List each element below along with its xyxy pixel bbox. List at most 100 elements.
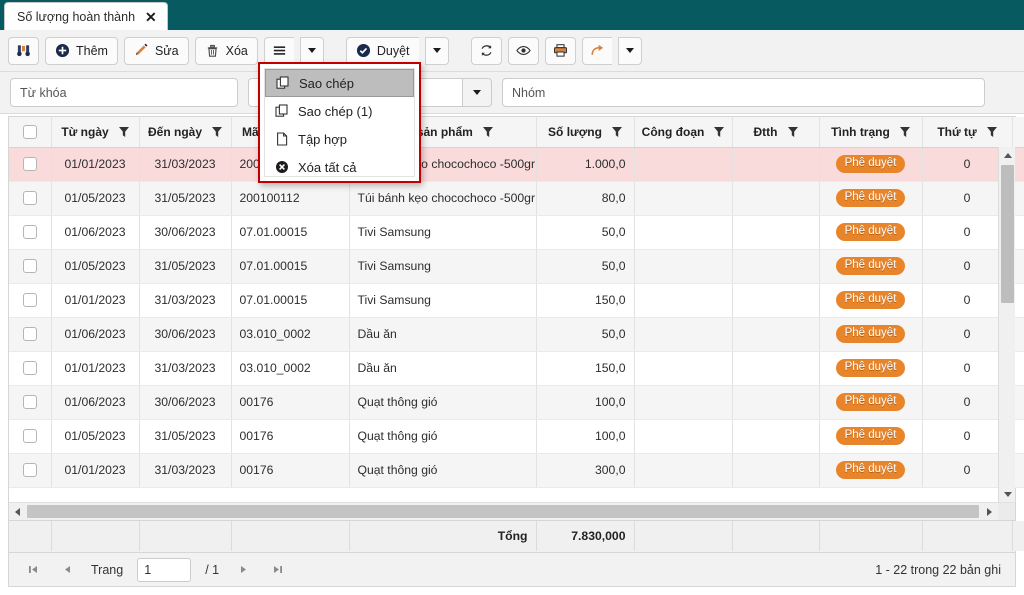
filter-funnel-icon[interactable] [482,126,493,137]
group-input[interactable] [502,78,985,107]
summary-table-row: Tổng 7.830,000 [9,521,1024,551]
status-badge: Phê duyệt [835,460,906,480]
preview-button[interactable] [507,36,539,65]
cell-tinh-trang: Phê duyệt [819,249,923,284]
prev-page-icon [64,566,70,573]
row-checkbox[interactable] [22,225,37,240]
export-button[interactable] [581,36,612,65]
filter-funnel-icon[interactable] [986,126,997,137]
file-icon [277,132,288,146]
header-tu-ngay-label: Từ ngày [61,124,109,139]
filter-funnel-icon[interactable] [611,126,622,137]
scroll-down-button[interactable] [999,486,1016,502]
filter-funnel-icon[interactable] [899,126,910,137]
table-row[interactable]: 01/05/2023 31/05/2023 00176 Quạt thông gió 1… [9,419,1024,454]
header-den-ngay[interactable]: Đến ngày [139,117,232,148]
status-badge: Phê duyệt [835,188,906,208]
first-page-button[interactable] [23,560,43,580]
row-checkbox[interactable] [22,463,37,478]
row-checkbox-cell [9,181,52,216]
eye-icon [515,45,531,56]
filter-funnel-icon[interactable] [118,126,129,137]
header-dtth[interactable]: Đtth [732,117,820,148]
row-checkbox[interactable] [22,157,37,172]
summary-cell-check [9,521,52,551]
edit-button[interactable]: Sửa [123,36,189,65]
row-checkbox[interactable] [22,259,37,274]
table-row[interactable]: 01/05/2023 31/05/2023 07.01.00015 Tivi Sams… [9,249,1024,284]
cell-ma-san-pham: 07.01.00015 [231,283,350,318]
scroll-left-button[interactable] [9,503,26,520]
header-den-ngay-label: Đến ngày [147,124,202,139]
table-row[interactable]: 01/01/2023 31/03/2023 00176 Quạt thông gió 3… [9,453,1024,488]
status-badge: Phê duyệt [835,324,906,344]
table-row[interactable]: 01/01/2023 31/03/2023 03.010_0002 Dầu ăn 150… [9,351,1024,386]
row-checkbox-cell [9,351,52,386]
cell-ten-san-pham: Tivi Samsung [349,283,537,318]
more-actions-dropdown-toggle[interactable] [299,36,324,65]
page-number-input[interactable] [137,557,192,582]
row-checkbox[interactable] [22,395,37,410]
triangle-left-icon [15,507,20,516]
delete-button[interactable]: Xóa [194,36,258,65]
table-row[interactable]: 01/01/202331/03/2023200100112Túi bánh kẹ… [9,147,1024,182]
search-input[interactable] [10,78,238,107]
filter-combo-toggle[interactable] [462,78,492,107]
horizontal-scrollbar-thumb[interactable] [27,505,979,518]
more-actions-button[interactable] [263,36,294,65]
filter-funnel-icon[interactable] [714,126,725,137]
summary-spacer [1012,521,1024,551]
scroll-up-button[interactable] [999,147,1016,163]
vertical-scrollbar-thumb[interactable] [1001,165,1014,303]
select-all-checkbox[interactable] [22,125,37,140]
menu-item-1[interactable]: Sao chép [265,69,414,97]
header-tinh-trang-label: Tình trạng [831,124,890,139]
menu-item-4[interactable]: Xóa tất cả [265,153,414,181]
menu-item-3[interactable]: Tập hợp [265,125,414,153]
next-page-icon [240,566,246,573]
prev-page-button[interactable] [57,560,77,580]
approve-dropdown-toggle[interactable] [424,36,449,65]
cell-tu-ngay: 01/06/2023 [51,385,140,420]
scroll-right-button[interactable] [981,503,998,520]
menu-item-2[interactable]: Sao chép (1) [265,97,414,125]
filter-funnel-icon[interactable] [212,126,222,137]
table-row[interactable]: 01/06/2023 30/06/2023 07.01.00015 Tivi Sams… [9,215,1024,250]
row-checkbox-cell [9,419,52,454]
table-row[interactable]: 01/05/2023 31/05/2023 200100112 Túi bánh kẹ… [9,181,1024,216]
row-checkbox-cell [9,385,52,420]
header-so-luong[interactable]: Số lượng [536,117,635,148]
header-tinh-trang[interactable]: Tình trạng [819,117,923,148]
vertical-scrollbar[interactable] [998,147,1015,502]
last-page-button[interactable] [267,560,287,580]
data-grid-body: 01/01/202331/03/2023200100112Túi bánh kẹ… [9,147,1024,488]
table-row[interactable]: 01/06/2023 30/06/2023 00176 Quạt thông gió 1… [9,385,1024,420]
row-checkbox[interactable] [22,327,37,342]
cell-ma-san-pham: 00176 [231,385,350,420]
search-button[interactable] [8,36,39,65]
add-button[interactable]: Thêm [45,36,118,65]
row-checkbox[interactable] [22,293,37,308]
filter-funnel-icon[interactable] [787,126,798,137]
approve-button-label: Duyệt [376,43,410,58]
next-page-button[interactable] [233,560,253,580]
cell-ma-san-pham: 07.01.00015 [231,215,350,250]
close-icon[interactable]: ✕ [145,10,157,24]
row-checkbox[interactable] [22,429,37,444]
header-select-all[interactable] [9,117,52,148]
horizontal-scrollbar[interactable] [9,502,1015,520]
row-checkbox[interactable] [22,191,37,206]
refresh-button[interactable] [470,36,502,65]
header-thu-tu[interactable]: Thứ tự [922,117,1013,148]
row-checkbox[interactable] [22,361,37,376]
data-grid-header: Từ ngày Đến ngày Mã sản phẩm [9,117,1024,148]
print-button[interactable] [544,36,576,65]
approve-button[interactable]: Duyệt [345,36,419,65]
export-dropdown-toggle[interactable] [617,36,642,65]
header-cong-doan[interactable]: Công đoạn [634,117,733,148]
table-row[interactable]: 01/01/2023 31/03/2023 07.01.00015 Tivi Sams… [9,283,1024,318]
tab-so-luong-hoan-thanh[interactable]: Số lượng hoàn thành ✕ [4,2,168,30]
cell-ten-san-pham: Quạt thông gió [349,419,537,454]
header-tu-ngay[interactable]: Từ ngày [51,117,140,148]
table-row[interactable]: 01/06/2023 30/06/2023 03.010_0002 Dầu ăn 50,… [9,317,1024,352]
